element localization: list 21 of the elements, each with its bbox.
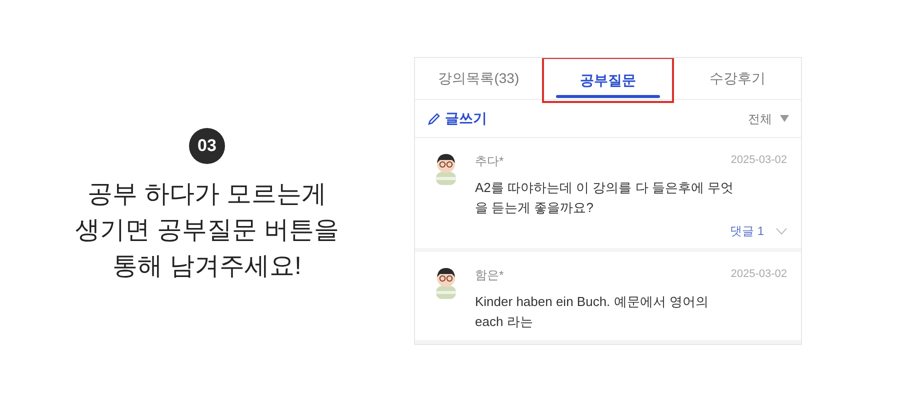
author-name: 추다* bbox=[475, 153, 504, 170]
author-name: 함은* bbox=[475, 267, 504, 284]
chevron-down-icon bbox=[776, 228, 787, 234]
tab[interactable]: 강의목록(33) bbox=[415, 58, 542, 99]
post-date: 2025-03-02 bbox=[730, 267, 787, 282]
caret-icon bbox=[780, 115, 789, 122]
comments-link[interactable]: 댓글 1 bbox=[730, 222, 764, 240]
pencil-icon bbox=[427, 112, 441, 126]
question-text: A2를 따야하는데 이 강의를 다 들은후에 무엇을 듣는게 좋을까요? bbox=[475, 179, 735, 217]
tab[interactable]: 수강후기 bbox=[674, 58, 801, 99]
filter-dropdown[interactable]: 전체 bbox=[748, 110, 789, 128]
caption-line: 통해 남겨주세요! bbox=[112, 251, 302, 282]
avatar-icon bbox=[433, 152, 459, 186]
caption-line: 생기면 공부질문 버튼을 bbox=[75, 215, 339, 246]
caption-line: 공부 하다가 모르는게 bbox=[88, 179, 326, 210]
tab[interactable]: 공부질문 bbox=[542, 58, 674, 103]
avatar-icon bbox=[433, 266, 459, 300]
write-button[interactable]: 글쓰기 bbox=[427, 108, 487, 129]
post-date: 2025-03-02 bbox=[730, 153, 787, 168]
question-text: Kinder haben ein Buch. 예문에서 영어의 each 라는 bbox=[475, 293, 710, 331]
step-badge: 03 bbox=[189, 128, 225, 164]
